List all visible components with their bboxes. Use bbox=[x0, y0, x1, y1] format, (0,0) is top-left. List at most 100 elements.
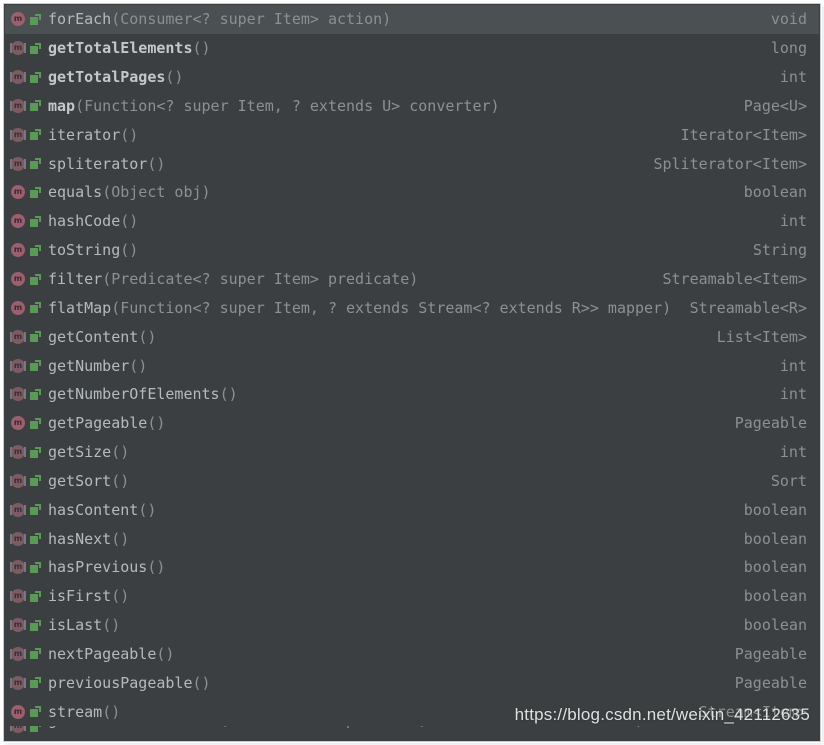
public-lock-icon bbox=[29, 705, 42, 718]
completion-item[interactable]: m hasPrevious() boolean bbox=[5, 553, 819, 582]
item-return-type: Sort bbox=[770, 471, 807, 490]
item-return-type: boolean bbox=[743, 616, 807, 635]
item-icons: m bbox=[10, 242, 48, 258]
item-icons: m bbox=[10, 300, 48, 316]
completion-item[interactable]: m getTotalElements() long bbox=[5, 33, 819, 63]
item-parameters: () bbox=[192, 673, 211, 692]
completion-item[interactable]: m map(Function<? super Item, ? extends U>… bbox=[5, 91, 819, 121]
completion-item[interactable]: m getContent() List<Item> bbox=[5, 322, 819, 352]
item-icons: m bbox=[10, 127, 48, 143]
code-completion-popup[interactable]: m forEach(Consumer<? super Item> action) v… bbox=[3, 3, 821, 742]
method-icon: m bbox=[10, 473, 26, 489]
completion-item[interactable]: m hasNext() boolean bbox=[5, 524, 819, 554]
method-icon: m bbox=[10, 271, 26, 287]
item-icons: m bbox=[10, 98, 48, 114]
method-icon: m bbox=[10, 40, 26, 56]
public-lock-icon bbox=[29, 215, 42, 228]
item-name: getPageable bbox=[48, 414, 148, 433]
item-name: getNumber bbox=[48, 356, 130, 375]
completion-item[interactable]: m isFirst() boolean bbox=[5, 581, 819, 611]
completion-item[interactable]: m getNumberOfElements() int bbox=[5, 379, 819, 409]
completion-item[interactable]: m nextPageable() Pageable bbox=[5, 639, 819, 669]
public-lock-icon bbox=[29, 330, 42, 343]
item-name: getSize bbox=[48, 443, 112, 462]
completion-item[interactable]: m iterator() Iterator<Item> bbox=[5, 120, 819, 150]
public-lock-icon bbox=[29, 388, 42, 401]
completion-item[interactable]: m getSort() Sort bbox=[5, 466, 819, 496]
item-parameters: () bbox=[165, 68, 184, 87]
item-return-type: int bbox=[779, 443, 807, 462]
item-signature: hashCode() bbox=[48, 212, 766, 230]
item-return-type: Iterator<Item> bbox=[680, 125, 807, 144]
item-signature: hasContent() bbox=[48, 501, 730, 519]
item-parameters: () bbox=[111, 443, 130, 462]
method-icon: m bbox=[10, 617, 26, 633]
item-signature: getContent() bbox=[48, 328, 703, 346]
completion-item-list[interactable]: m forEach(Consumer<? super Item> action) v… bbox=[5, 5, 819, 741]
item-name: filter bbox=[48, 270, 103, 289]
item-signature: toString() bbox=[48, 241, 739, 259]
item-signature: equals(Object obj) bbox=[48, 183, 730, 201]
completion-item[interactable]: m stream() Stream<Item> bbox=[5, 697, 819, 727]
item-return-type: int bbox=[779, 68, 807, 87]
public-lock-icon bbox=[29, 186, 42, 199]
public-lock-icon bbox=[29, 503, 42, 516]
item-return-type: List<U> bbox=[744, 726, 807, 729]
item-parameters: () bbox=[111, 471, 130, 490]
item-name: hasContent bbox=[48, 500, 139, 519]
method-icon: m bbox=[10, 646, 26, 662]
public-lock-icon bbox=[29, 71, 42, 84]
item-icons: m bbox=[10, 473, 48, 489]
item-icons: m bbox=[10, 726, 48, 734]
completion-item[interactable]: m previousPageable() Pageable bbox=[5, 668, 819, 698]
method-icon: m bbox=[10, 156, 26, 172]
item-name: flatMap bbox=[48, 298, 112, 317]
method-icon: m bbox=[10, 415, 26, 431]
item-icons: m bbox=[10, 502, 48, 518]
completion-item[interactable]: m filter(Predicate<? super Item> predicat… bbox=[5, 264, 819, 294]
public-lock-icon bbox=[29, 42, 42, 55]
completion-item[interactable]: m getTotalPages() int bbox=[5, 62, 819, 92]
item-return-type: int bbox=[779, 356, 807, 375]
item-icons: m bbox=[10, 646, 48, 662]
item-icons: m bbox=[10, 156, 48, 172]
completion-item[interactable]: m hashCode() int bbox=[5, 206, 819, 236]
item-parameters: () bbox=[120, 212, 139, 231]
item-signature: nextPageable() bbox=[48, 645, 721, 663]
public-lock-icon bbox=[29, 726, 42, 733]
item-signature: hasPrevious() bbox=[48, 558, 730, 576]
item-parameters: (Predicate<? super Item> predicate) bbox=[102, 270, 419, 289]
completion-item[interactable]: m isLast() boolean bbox=[5, 610, 819, 640]
completion-item[interactable]: m spliterator() Spliterator<Item> bbox=[5, 149, 819, 179]
item-name: spliterator bbox=[48, 154, 148, 173]
item-parameters: (Object obj) bbox=[102, 183, 211, 202]
method-icon: m bbox=[10, 300, 26, 316]
item-signature: getNumber() bbox=[48, 357, 766, 375]
item-parameters: () bbox=[111, 587, 130, 606]
item-signature: forEach(Consumer<? super Item> action) bbox=[48, 10, 757, 28]
item-parameters: (Function<? super Item, ? extends U> con… bbox=[220, 726, 644, 729]
item-return-type: void bbox=[770, 10, 807, 29]
item-return-type: Streamable<R> bbox=[689, 298, 807, 317]
completion-item[interactable]: m getPageable() Pageable bbox=[5, 408, 819, 438]
item-parameters: () bbox=[120, 125, 139, 144]
item-icons: m bbox=[10, 531, 48, 547]
item-icons: m bbox=[10, 271, 48, 287]
item-signature: getTotalPages() bbox=[48, 68, 766, 86]
public-lock-icon bbox=[29, 244, 42, 257]
completion-item[interactable]: m hasContent() boolean bbox=[5, 495, 819, 525]
completion-item[interactable]: m equals(Object obj) boolean bbox=[5, 178, 819, 207]
completion-item[interactable]: m getSize() int bbox=[5, 437, 819, 467]
method-icon: m bbox=[10, 69, 26, 85]
completion-item[interactable]: m toString() String bbox=[5, 235, 819, 265]
item-parameters: () bbox=[138, 327, 157, 346]
item-signature: hasNext() bbox=[48, 530, 730, 548]
method-icon: m bbox=[10, 213, 26, 229]
item-icons: m bbox=[10, 559, 48, 575]
item-signature: getNumberOfElements() bbox=[48, 385, 766, 403]
completion-item[interactable]: m flatMap(Function<? super Item, ? extend… bbox=[5, 293, 819, 323]
completion-item[interactable]: m getNumber() int bbox=[5, 351, 819, 380]
completion-item[interactable]: m forEach(Consumer<? super Item> action) v… bbox=[5, 5, 819, 34]
completion-item[interactable]: m getConvertedContent(Function<? super It… bbox=[5, 726, 819, 741]
item-name: isFirst bbox=[48, 587, 112, 606]
